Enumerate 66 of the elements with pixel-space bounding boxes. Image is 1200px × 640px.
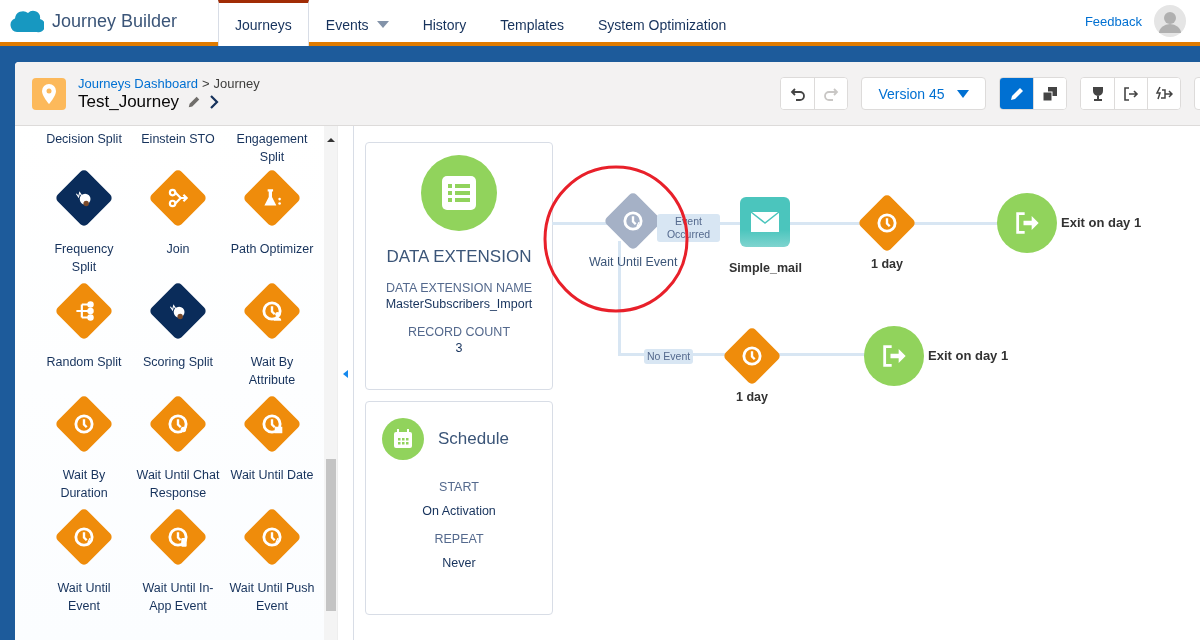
pencil-icon xyxy=(1008,85,1025,102)
field-value: Never xyxy=(442,556,476,570)
exit-icon xyxy=(1123,85,1139,102)
activity-label: Frequency Split xyxy=(53,241,115,276)
schedule-card[interactable]: Schedule START On Activation REPEAT Never xyxy=(365,401,553,615)
activity-label: Wait Until Date xyxy=(230,467,314,484)
node-label: Exit on day 1 xyxy=(1061,215,1142,230)
field-label: RECORD COUNT xyxy=(407,325,511,339)
field-value: 3 xyxy=(455,341,463,355)
node-label: Simple_mail xyxy=(729,261,802,275)
breadcrumb-separator: > xyxy=(201,75,210,91)
journey-icon xyxy=(32,77,66,110)
breadcrumb-current: Journey xyxy=(213,75,260,91)
scrollbar[interactable] xyxy=(324,126,337,640)
activity-label: Wait By Duration xyxy=(59,467,109,502)
node-label: Exit on day 1 xyxy=(928,348,1009,363)
version-dropdown[interactable]: Version 45 xyxy=(861,77,986,110)
activity-label: Decision Split xyxy=(45,131,123,148)
undo-icon xyxy=(789,85,806,102)
nav-tab[interactable]: Events xyxy=(308,0,406,46)
activity-label: Wait Until In-App Event xyxy=(141,580,215,615)
node-label: Wait Until Event xyxy=(589,255,678,269)
journey-title: Test_Journey xyxy=(78,91,180,112)
entry-source-card[interactable]: DATA EXTENSION DATA EXTENSION NAME MasterSubscribers_Import RECORD COUNT 3 xyxy=(365,142,553,390)
exit-icon xyxy=(864,326,924,386)
field-label: DATA EXTENSION NAME xyxy=(385,281,533,295)
chevron-right-icon[interactable] xyxy=(209,93,220,110)
redo-icon xyxy=(823,85,839,102)
activity-label: Engagement Split xyxy=(235,131,309,166)
calendar-icon xyxy=(382,418,424,460)
activity-label: Join xyxy=(166,241,190,258)
activity-label: Einstein STO xyxy=(140,131,216,148)
activity-label: Wait By Attribute xyxy=(247,354,297,389)
activity-label: Scoring Split xyxy=(142,354,214,371)
activity-label: Wait Until Chat Response xyxy=(135,467,221,502)
activity-label: Wait Until Event xyxy=(56,580,112,615)
mode-button[interactable] xyxy=(1033,78,1066,109)
envelope-icon xyxy=(740,197,791,247)
field-label: REPEAT xyxy=(434,532,484,546)
mode-button[interactable] xyxy=(1000,78,1033,109)
exit-icon xyxy=(997,193,1057,253)
activity-label: Path Optimizer xyxy=(230,241,314,258)
activity-label: Random Split xyxy=(46,354,122,371)
breadcrumb-link[interactable]: Journeys Dashboard xyxy=(78,75,198,91)
nav-tab[interactable]: Journeys xyxy=(218,0,309,46)
copy-icon xyxy=(1042,85,1058,102)
collapse-handle[interactable] xyxy=(337,126,354,640)
card-title: Schedule xyxy=(438,429,509,449)
caret-icon xyxy=(956,89,969,98)
activity-label: Wait Until Push Event xyxy=(229,580,315,615)
branch-label: No Event xyxy=(644,349,694,364)
nav-tab[interactable]: History xyxy=(405,0,484,46)
field-value: MasterSubscribers_Import xyxy=(385,297,533,311)
feedback-link[interactable]: Feedback xyxy=(1084,13,1142,29)
app-title: Journey Builder xyxy=(52,10,178,32)
nav-tab[interactable]: Templates xyxy=(483,0,581,46)
card-title: DATA EXTENSION xyxy=(386,247,532,267)
nav-tab[interactable]: System Optimization xyxy=(581,0,744,46)
toolbar-button[interactable] xyxy=(1147,78,1180,109)
node-label: 1 day xyxy=(871,257,903,271)
field-value: On Activation xyxy=(422,504,496,518)
cloud-logo-icon xyxy=(8,8,44,34)
node-label: 1 day xyxy=(736,390,768,404)
exit-bolt-icon xyxy=(1155,85,1173,102)
field-label: START xyxy=(439,480,479,494)
pencil-icon[interactable] xyxy=(187,94,202,109)
